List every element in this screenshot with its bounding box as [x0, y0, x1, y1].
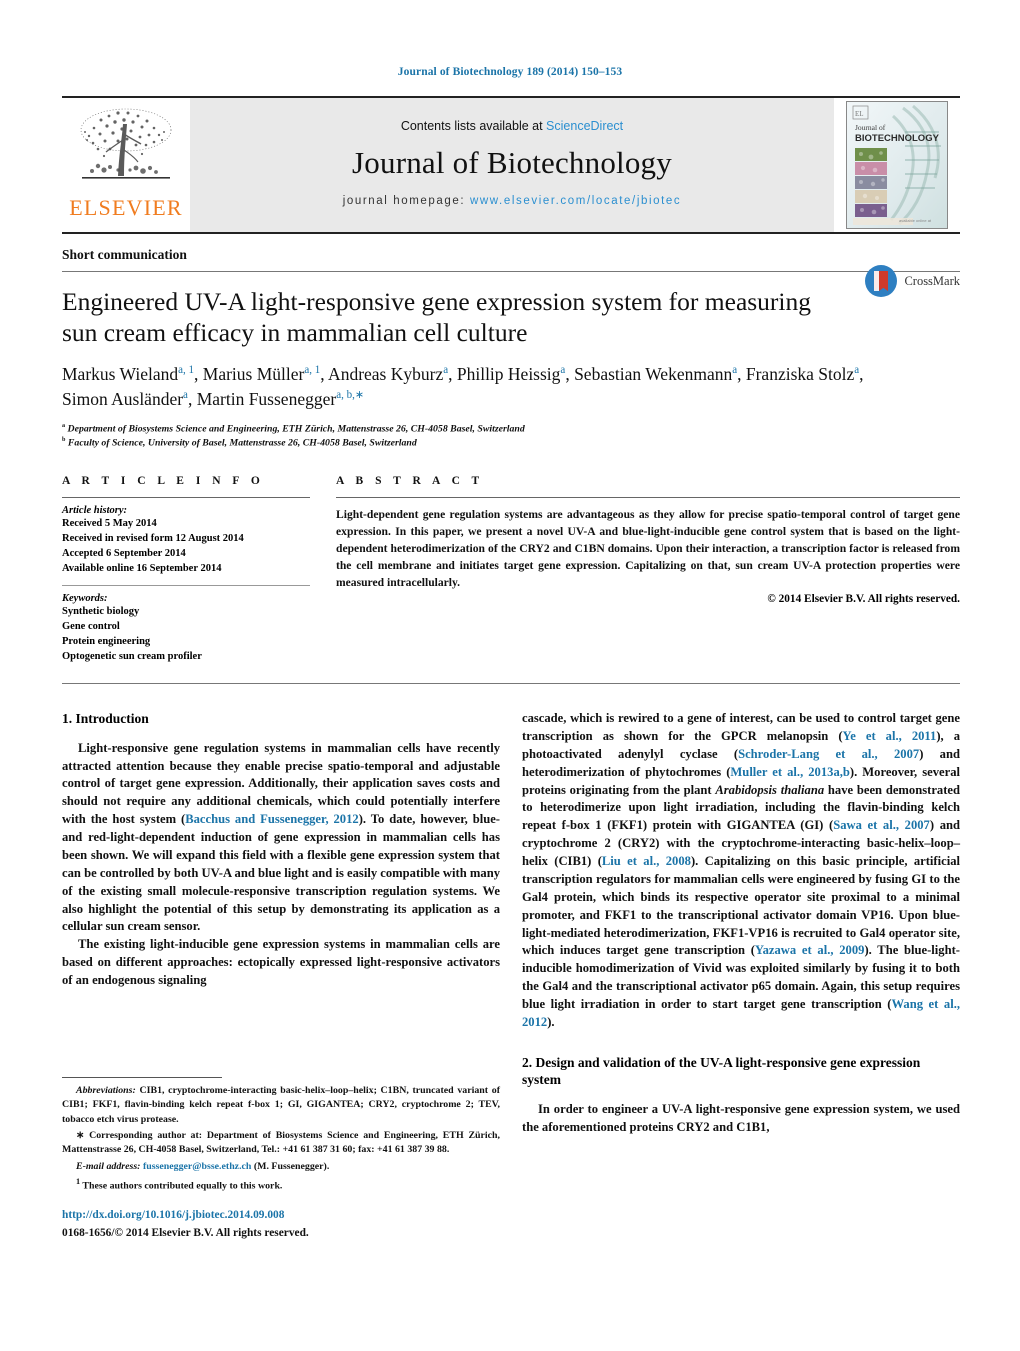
elsevier-logo: ELSEVIER	[62, 98, 190, 232]
affiliation-b: b Faculty of Science, University of Base…	[62, 437, 417, 449]
journal-title: Journal of Biotechnology	[352, 145, 672, 180]
footnote-block: Abbreviations: CIB1, cryptochrome-intera…	[62, 1077, 500, 1196]
homepage-url[interactable]: www.elsevier.com/locate/jbiotec	[470, 195, 681, 207]
info-abstract-region: A R T I C L E I N F O Article history: R…	[62, 475, 960, 665]
paragraph: Light-responsive gene regulation systems…	[62, 740, 501, 934]
article-type: Short communication	[62, 247, 960, 272]
article-info-heading: A R T I C L E I N F O	[62, 474, 265, 487]
cover-artwork: EL Journal of BIOTECHNOLOGY available on…	[847, 102, 947, 228]
email-label: E-mail address:	[76, 1160, 141, 1172]
article-info-column: A R T I C L E I N F O Article history: R…	[62, 475, 310, 665]
paragraph: cascade, which is rewired to a gene of i…	[522, 711, 960, 1029]
history-item: Accepted 6 September 2014	[62, 547, 186, 559]
abstract-copyright: © 2014 Elsevier B.V. All rights reserved…	[767, 593, 960, 605]
crossmark-label: CrossMark	[904, 273, 960, 288]
footnote-equal-contribution: 1 These authors contributed equally to t…	[76, 1177, 283, 1192]
article-history-label: Article history:	[62, 504, 128, 516]
affiliation-b-text: Faculty of Science, University of Basel,…	[67, 437, 417, 449]
article-history-block: Article history: Received 5 May 2014 Rec…	[62, 498, 310, 586]
affiliation-a-text: Department of Biosystems Science and Eng…	[67, 423, 525, 435]
keyword-item: Optogenetic sun cream profiler	[62, 651, 202, 663]
svg-text:available online at: available online at	[899, 218, 932, 223]
footnote-rule	[62, 1077, 222, 1078]
sciencedirect-link[interactable]: ScienceDirect	[546, 119, 623, 133]
elsevier-tree-icon	[80, 108, 172, 179]
heading-design-validation: 2. Design and validation of the UV-A lig…	[522, 1054, 921, 1088]
page-title: Engineered UV-A light-responsive gene ex…	[62, 287, 812, 348]
journal-cover-thumbnail: EL Journal of BIOTECHNOLOGY available on…	[846, 101, 948, 229]
journal-band: Contents lists available at ScienceDirec…	[190, 98, 834, 232]
paragraph: The existing light-inducible gene expres…	[62, 937, 500, 988]
issn-copyright: 0168-1656/© 2014 Elsevier B.V. All right…	[62, 1227, 309, 1240]
crossmark-badge[interactable]: CrossMark	[864, 264, 960, 298]
abstract-text: Light-dependent gene regulation systems …	[336, 507, 960, 589]
author-list: Markus Wielanda, 1, Marius Müllera, 1, A…	[62, 364, 864, 410]
body-separator-rule	[62, 683, 960, 685]
email-suffix: (M. Fussenegger).	[251, 1160, 330, 1172]
elsevier-wordmark: ELSEVIER	[69, 195, 183, 220]
paper-page: Journal of Biotechnology 189 (2014) 150–…	[0, 0, 1020, 1351]
contents-prefix: Contents lists available at	[400, 119, 547, 133]
footnote-email: E-mail address: fussenegger@bsse.ethz.ch…	[62, 1160, 500, 1174]
abstract-column: A B S T R A C T Light-dependent gene reg…	[336, 475, 960, 665]
abstract-heading: A B S T R A C T	[336, 474, 484, 487]
cover-line1: Journal of	[855, 123, 886, 132]
history-item: Available online 16 September 2014	[62, 562, 222, 574]
history-item: Received in revised form 12 August 2014	[62, 532, 244, 544]
keywords-label: Keywords:	[62, 593, 108, 605]
affiliation-a: a Department of Biosystems Science and E…	[62, 422, 525, 435]
footer-doi-block: http://dx.doi.org/10.1016/j.jbiotec.2014…	[62, 1208, 512, 1242]
history-item: Received 5 May 2014	[62, 517, 157, 529]
crossmark-icon	[865, 265, 898, 297]
footnote-corresponding-author: ∗ Corresponding author at: Department of…	[62, 1130, 500, 1156]
svg-text:EL: EL	[855, 110, 864, 118]
body-columns: 1. Introduction Light-responsive gene re…	[62, 710, 960, 1137]
contents-available-line: Contents lists available at ScienceDirec…	[401, 119, 623, 133]
running-head: Journal of Biotechnology 189 (2014) 150–…	[397, 66, 623, 78]
article-header: Short communication CrossMark Engineered…	[62, 234, 960, 451]
journal-masthead: ELSEVIER Contents lists available at Sci…	[62, 96, 960, 234]
cover-line2: BIOTECHNOLOGY	[855, 133, 940, 144]
paragraph: In order to engineer a UV-A light-respon…	[522, 1101, 960, 1134]
keyword-item: Synthetic biology	[62, 606, 140, 618]
homepage-label: journal homepage:	[342, 195, 466, 207]
doi-link[interactable]: http://dx.doi.org/10.1016/j.jbiotec.2014…	[62, 1208, 512, 1223]
body-column-left: 1. Introduction Light-responsive gene re…	[62, 710, 500, 1137]
heading-introduction: 1. Introduction	[62, 711, 149, 727]
keyword-item: Gene control	[62, 621, 120, 633]
body-column-right: cascade, which is rewired to a gene of i…	[522, 710, 960, 1137]
journal-homepage-line: journal homepage: www.elsevier.com/locat…	[343, 195, 682, 207]
journal-cover-block: EL Journal of BIOTECHNOLOGY available on…	[834, 98, 960, 232]
footnote-abbreviations: Abbreviations: CIB1, cryptochrome-intera…	[62, 1085, 500, 1125]
email-link[interactable]: fussenegger@bsse.ethz.ch	[143, 1161, 251, 1172]
keyword-item: Protein engineering	[62, 636, 151, 648]
keywords-block: Keywords: Synthetic biology Gene control…	[62, 586, 310, 665]
